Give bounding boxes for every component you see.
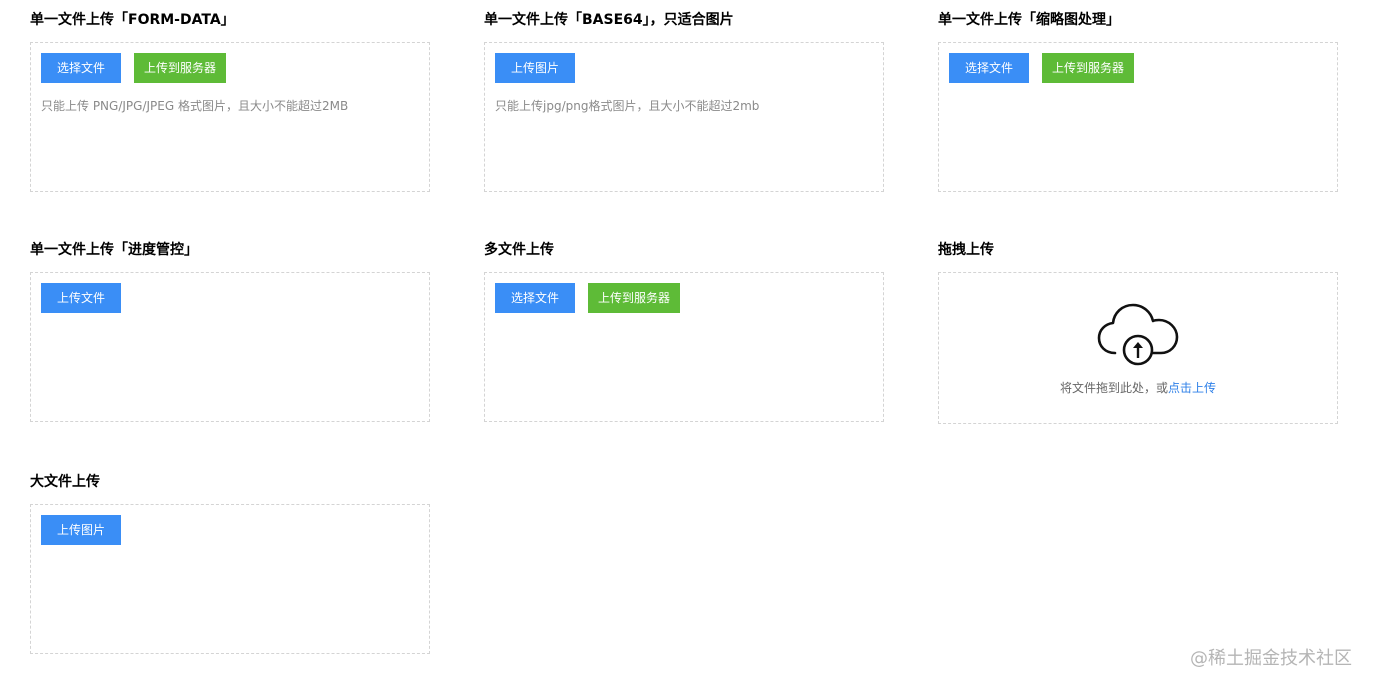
section-title: 大文件上传 bbox=[30, 474, 100, 490]
select-file-button[interactable]: 选择文件 bbox=[949, 53, 1029, 83]
upload-image-button[interactable]: 上传图片 bbox=[495, 53, 575, 83]
upload-box: 选择文件 上传到服务器 只能上传 PNG/JPG/JPEG 格式图片，且大小不能… bbox=[30, 42, 430, 192]
upload-demo-page: 单一文件上传「FORM-DATA」 选择文件 上传到服务器 只能上传 PNG/J… bbox=[0, 0, 1374, 686]
upload-box: 选择文件 上传到服务器 bbox=[938, 42, 1338, 192]
watermark: @稀土掘金技术社区 bbox=[1190, 648, 1352, 669]
section-title: 多文件上传 bbox=[484, 242, 554, 258]
upload-tip: 只能上传 PNG/JPG/JPEG 格式图片，且大小不能超过2MB bbox=[41, 99, 349, 113]
section-title: 拖拽上传 bbox=[938, 242, 994, 258]
section-title: 单一文件上传「缩略图处理」 bbox=[938, 12, 1120, 28]
upload-to-server-button[interactable]: 上传到服务器 bbox=[134, 53, 226, 83]
upload-tip: 只能上传jpg/png格式图片，且大小不能超过2mb bbox=[495, 99, 760, 113]
upload-image-button[interactable]: 上传图片 bbox=[41, 515, 121, 545]
section-title: 单一文件上传「FORM-DATA」 bbox=[30, 12, 235, 28]
section-multi: 多文件上传 选择文件 上传到服务器 bbox=[484, 240, 884, 422]
upload-to-server-button[interactable]: 上传到服务器 bbox=[1042, 53, 1134, 83]
upload-box: 选择文件 上传到服务器 bbox=[484, 272, 884, 422]
section-formdata: 单一文件上传「FORM-DATA」 选择文件 上传到服务器 只能上传 PNG/J… bbox=[30, 10, 430, 192]
section-large: 大文件上传 上传图片 bbox=[30, 472, 430, 654]
section-drag: 拖拽上传 将文件拖到此处，或点击上传 bbox=[938, 240, 1338, 424]
upload-box: 上传图片 bbox=[30, 504, 430, 654]
section-title: 单一文件上传「BASE64」，只适合图片 bbox=[484, 12, 734, 28]
select-file-button[interactable]: 选择文件 bbox=[41, 53, 121, 83]
drag-hint: 将文件拖到此处，或点击上传 bbox=[939, 379, 1337, 396]
upload-box: 上传文件 bbox=[30, 272, 430, 422]
upload-box: 上传图片 只能上传jpg/png格式图片，且大小不能超过2mb bbox=[484, 42, 884, 192]
section-thumbnail: 单一文件上传「缩略图处理」 选择文件 上传到服务器 bbox=[938, 10, 1338, 192]
section-base64: 单一文件上传「BASE64」，只适合图片 上传图片 只能上传jpg/png格式图… bbox=[484, 10, 884, 192]
upload-cloud-icon bbox=[1097, 303, 1179, 366]
click-upload-link[interactable]: 点击上传 bbox=[1168, 381, 1216, 395]
section-title: 单一文件上传「进度管控」 bbox=[30, 242, 198, 258]
section-progress: 单一文件上传「进度管控」 上传文件 bbox=[30, 240, 430, 422]
upload-to-server-button[interactable]: 上传到服务器 bbox=[588, 283, 680, 313]
drag-hint-text: 将文件拖到此处，或 bbox=[1059, 381, 1168, 395]
drag-drop-zone[interactable]: 将文件拖到此处，或点击上传 bbox=[938, 272, 1338, 424]
select-file-button[interactable]: 选择文件 bbox=[495, 283, 575, 313]
upload-file-button[interactable]: 上传文件 bbox=[41, 283, 121, 313]
